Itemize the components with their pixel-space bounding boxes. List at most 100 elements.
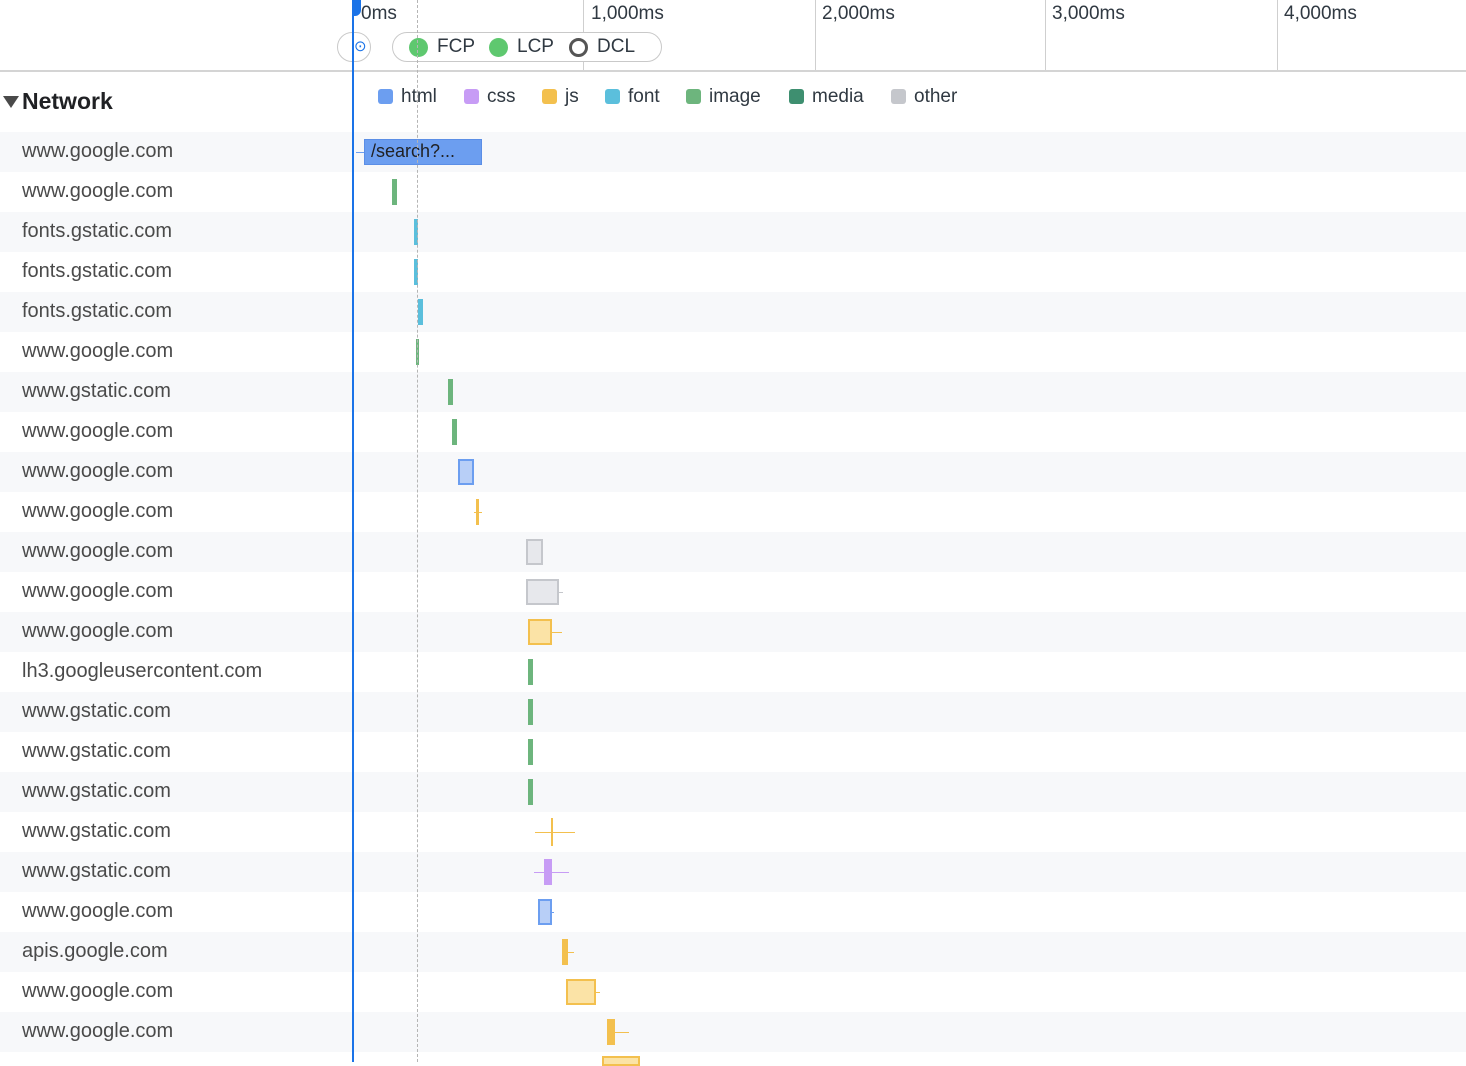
request-domain: www.google.com xyxy=(22,500,174,522)
request-domain: www.google.com xyxy=(22,540,174,562)
network-request-row[interactable]: www.google.com xyxy=(0,332,1466,372)
network-request-row[interactable]: www.google.com xyxy=(0,492,1466,532)
request-domain: www.google.com xyxy=(22,1020,174,1042)
legend-label-font: font xyxy=(628,86,660,107)
request-domain: lh3.googleusercontent.com xyxy=(22,660,263,682)
ruler-tick-line xyxy=(815,0,816,70)
network-request-row[interactable]: www.gstatic.com xyxy=(0,732,1466,772)
network-request-row[interactable]: www.google.com xyxy=(0,572,1466,612)
ruler-tick-label: 3,000ms xyxy=(1052,3,1125,24)
network-request-row[interactable]: www.gstatic.com xyxy=(0,372,1466,412)
request-bar-js[interactable] xyxy=(607,1019,615,1045)
dcl-marker-icon xyxy=(569,38,588,57)
network-request-row[interactable]: www.gstatic.com xyxy=(0,692,1466,732)
request-bar-html[interactable] xyxy=(538,899,552,925)
network-request-row[interactable]: fonts.gstatic.com xyxy=(0,252,1466,292)
request-bar-js[interactable] xyxy=(602,1056,640,1066)
request-whisker xyxy=(356,152,364,153)
lcp-marker-icon xyxy=(489,38,508,57)
network-request-row[interactable]: apis.google.com xyxy=(0,932,1466,972)
request-bar-image[interactable] xyxy=(448,379,453,405)
network-request-row[interactable]: www.google.com xyxy=(0,972,1466,1012)
network-request-row[interactable]: fonts.gstatic.com xyxy=(0,292,1466,332)
network-request-row[interactable]: www.google.com xyxy=(0,452,1466,492)
request-whisker xyxy=(535,832,575,833)
request-bar-other[interactable] xyxy=(526,579,559,605)
request-domain: www.google.com xyxy=(22,980,174,1002)
request-whisker xyxy=(615,1032,629,1033)
request-bar-js[interactable] xyxy=(566,979,596,1005)
request-bar-image[interactable] xyxy=(452,419,457,445)
request-domain: apis.google.com xyxy=(22,940,168,962)
request-domain: www.google.com xyxy=(22,140,174,162)
request-domain: www.gstatic.com xyxy=(22,700,171,722)
marker-label-lcp[interactable]: LCP xyxy=(517,36,554,58)
request-whisker xyxy=(552,912,554,913)
request-bar-image[interactable] xyxy=(528,699,533,725)
request-domain: fonts.gstatic.com xyxy=(22,300,173,322)
request-bar-js[interactable] xyxy=(528,619,552,645)
request-domain: www.gstatic.com xyxy=(22,780,171,802)
marker-label-fcp[interactable]: FCP xyxy=(437,36,475,58)
request-domain: www.google.com xyxy=(22,340,174,362)
playhead-handle[interactable] xyxy=(352,0,361,16)
network-request-row[interactable]: lh3.googleusercontent.com xyxy=(0,652,1466,692)
request-domain: www.gstatic.com xyxy=(22,380,171,402)
network-request-row[interactable]: www.gstatic.com xyxy=(0,812,1466,852)
request-domain: www.google.com xyxy=(22,420,174,442)
network-request-row[interactable]: www.google.com xyxy=(0,612,1466,652)
request-bar-image[interactable] xyxy=(528,779,533,805)
network-request-row[interactable]: www.google.com xyxy=(0,892,1466,932)
legend-label-image: image xyxy=(709,86,761,107)
request-bar-label: /search?... xyxy=(371,141,456,161)
legend-label-other: other xyxy=(914,86,958,107)
request-bar-html[interactable]: /search?... xyxy=(364,139,482,165)
request-domain: www.google.com xyxy=(22,460,174,482)
reset-icon: ⊙ xyxy=(354,38,367,55)
legend-label-css: css xyxy=(487,86,516,107)
legend-swatch-other xyxy=(891,89,906,104)
network-request-row[interactable]: fonts.gstatic.com xyxy=(0,212,1466,252)
marker-label-dcl[interactable]: DCL xyxy=(597,36,635,58)
request-bar-html[interactable] xyxy=(458,459,474,485)
request-bar-font[interactable] xyxy=(418,299,423,325)
request-domain: www.gstatic.com xyxy=(22,740,171,762)
request-bar-image[interactable] xyxy=(392,179,397,205)
request-domain: fonts.gstatic.com xyxy=(22,220,173,242)
zoom-reset-button[interactable]: ⊙ xyxy=(337,32,371,62)
playhead-line[interactable] xyxy=(352,0,354,1062)
network-request-row[interactable]: www.google.com/search?... xyxy=(0,132,1466,172)
legend-swatch-image xyxy=(686,89,701,104)
request-bar-js[interactable] xyxy=(562,939,568,965)
request-domain: fonts.gstatic.com xyxy=(22,260,173,282)
legend-swatch-css xyxy=(464,89,479,104)
ruler-tick-label: 4,000ms xyxy=(1284,3,1357,24)
request-bar-js[interactable] xyxy=(476,499,479,525)
network-request-row[interactable]: www.gstatic.com xyxy=(0,772,1466,812)
ruler-tick-label: 0ms xyxy=(361,3,397,24)
fcp-marker-icon xyxy=(409,38,428,57)
request-bar-image[interactable] xyxy=(528,659,533,685)
legend-swatch-html xyxy=(378,89,393,104)
track-title[interactable]: Network xyxy=(22,88,113,115)
timeline-ruler[interactable]: 0ms 1,000ms 2,000ms 3,000ms 4,000ms ⊙ FCP LC… xyxy=(0,0,1466,71)
network-request-row[interactable]: www.google.com xyxy=(0,1012,1466,1052)
collapse-triangle-icon[interactable] xyxy=(3,96,19,108)
request-bar-other[interactable] xyxy=(526,539,543,565)
request-bar-css[interactable] xyxy=(544,859,552,885)
legend-swatch-js xyxy=(542,89,557,104)
request-domain: www.gstatic.com xyxy=(22,820,171,842)
request-domain: www.google.com xyxy=(22,900,174,922)
request-domain: www.google.com xyxy=(22,580,174,602)
network-request-row[interactable]: www.gstatic.com xyxy=(0,852,1466,892)
network-request-row[interactable]: www.google.com xyxy=(0,172,1466,212)
ruler-tick-line xyxy=(1045,0,1046,70)
request-bar-image[interactable] xyxy=(528,739,533,765)
network-request-row[interactable]: www.google.com xyxy=(0,412,1466,452)
network-request-row[interactable]: www.google.com xyxy=(0,532,1466,572)
ruler-tick-label: 2,000ms xyxy=(822,3,895,24)
request-bar-js[interactable] xyxy=(551,818,553,846)
request-domain: www.google.com xyxy=(22,620,174,642)
legend-label-js: js xyxy=(565,86,579,107)
page-load-markers[interactable]: FCP LCP DCL xyxy=(392,32,662,62)
